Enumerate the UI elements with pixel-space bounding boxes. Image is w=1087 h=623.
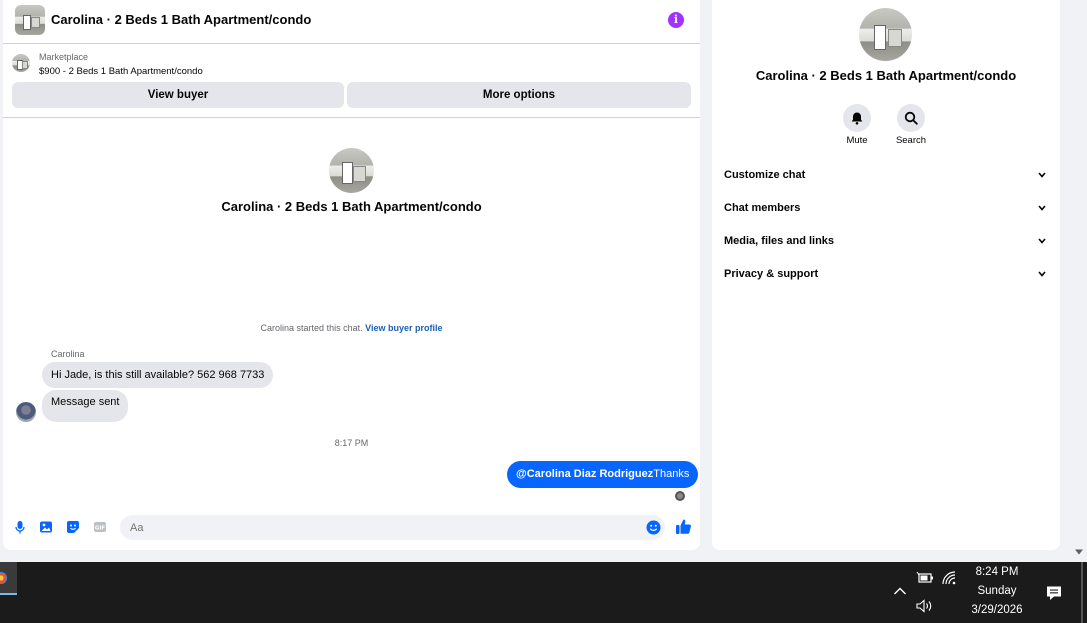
incoming-message[interactable]: Hi Jade, is this still available? 562 96…	[42, 362, 274, 388]
chat-panel: Carolina · 2 Beds 1 Bath Apartment/condo…	[3, 0, 700, 550]
listing-source: Marketplace	[39, 52, 89, 62]
chat-title[interactable]: Carolina · 2 Beds 1 Bath Apartment/condo	[51, 12, 311, 27]
section-chat-members[interactable]: Chat members	[718, 196, 1054, 222]
wifi-icon[interactable]	[941, 570, 957, 586]
incoming-message[interactable]: Message sent	[42, 390, 129, 422]
more-options-button[interactable]: More options	[347, 82, 691, 108]
chat-header: Carolina · 2 Beds 1 Bath Apartment/condo…	[3, 0, 700, 44]
intro-avatar	[329, 148, 374, 193]
clock-date[interactable]: 3/29/2026	[960, 604, 1034, 616]
clock-time[interactable]: 8:24 PM	[960, 566, 1034, 578]
show-desktop-button[interactable]	[1081, 562, 1083, 623]
emoji-icon[interactable]	[646, 520, 661, 535]
listing-bar: Marketplace $900 - 2 Beds 1 Bath Apartme…	[3, 45, 700, 118]
info-panel: Carolina · 2 Beds 1 Bath Apartment/condo…	[712, 0, 1060, 550]
clock-day[interactable]: Sunday	[960, 585, 1034, 597]
search-icon	[904, 111, 918, 125]
taskbar: 8:24 PM Sunday 3/29/2026	[0, 562, 1087, 623]
view-buyer-profile-link[interactable]: View buyer profile	[365, 323, 442, 333]
intro-title: Carolina · 2 Beds 1 Bath Apartment/condo	[221, 199, 482, 214]
search-button[interactable]	[897, 104, 925, 132]
info-avatar[interactable]	[859, 8, 912, 61]
section-label: Media, files and links	[724, 235, 835, 247]
sticker-icon[interactable]	[66, 520, 80, 534]
section-label: Chat members	[724, 202, 801, 214]
svg-text:GIF: GIF	[95, 526, 106, 532]
volume-icon[interactable]	[916, 599, 934, 613]
section-customize-chat[interactable]: Customize chat	[718, 163, 1054, 189]
outgoing-message-text: Thanks	[653, 468, 690, 480]
section-label: Customize chat	[724, 169, 806, 181]
battery-icon[interactable]	[916, 571, 934, 585]
info-title: Carolina · 2 Beds 1 Bath Apartment/condo	[755, 68, 1017, 83]
chevron-down-icon	[1038, 238, 1046, 244]
chevron-up-icon[interactable]	[893, 586, 907, 596]
taskbar-app-button[interactable]	[0, 562, 17, 595]
section-privacy-support[interactable]: Privacy & support	[718, 262, 1054, 288]
composer: GIF	[3, 512, 700, 544]
section-label: Privacy & support	[724, 268, 819, 280]
chat-started-text: Carolina started this chat.	[260, 323, 363, 333]
message-input[interactable]	[120, 515, 665, 540]
message-timestamp: 8:17 PM	[334, 438, 369, 448]
sender-name: Carolina	[51, 349, 85, 359]
scrollbar-down-arrow[interactable]	[1074, 548, 1084, 556]
outgoing-message[interactable]: @Carolina Diaz RodriguezThanks	[507, 461, 699, 488]
mute-button[interactable]	[843, 104, 871, 132]
gif-icon[interactable]: GIF	[93, 520, 107, 534]
chat-started-notice: Carolina started this chat. View buyer p…	[3, 323, 700, 333]
bell-icon	[851, 112, 863, 125]
listing-thumbnail[interactable]	[12, 54, 30, 72]
read-receipt-avatar	[675, 491, 685, 501]
info-icon[interactable]: i	[668, 12, 684, 28]
mic-icon[interactable]	[13, 520, 27, 534]
chevron-down-icon	[1038, 205, 1046, 211]
section-media-files-links[interactable]: Media, files and links	[718, 229, 1054, 255]
listing-avatar[interactable]	[15, 5, 45, 35]
browser-icon	[0, 572, 7, 584]
notification-icon[interactable]	[1045, 584, 1063, 602]
image-icon[interactable]	[39, 520, 53, 534]
like-icon[interactable]	[675, 518, 692, 535]
chevron-down-icon	[1038, 172, 1046, 178]
view-buyer-button[interactable]: View buyer	[12, 82, 344, 108]
mention[interactable]: @Carolina Diaz Rodriguez	[516, 468, 653, 480]
mute-label: Mute	[846, 135, 868, 146]
chevron-down-icon	[1038, 271, 1046, 277]
sender-avatar[interactable]	[16, 402, 36, 422]
listing-price-title[interactable]: $900 - 2 Beds 1 Bath Apartment/condo	[39, 66, 203, 77]
search-label: Search	[895, 135, 927, 146]
